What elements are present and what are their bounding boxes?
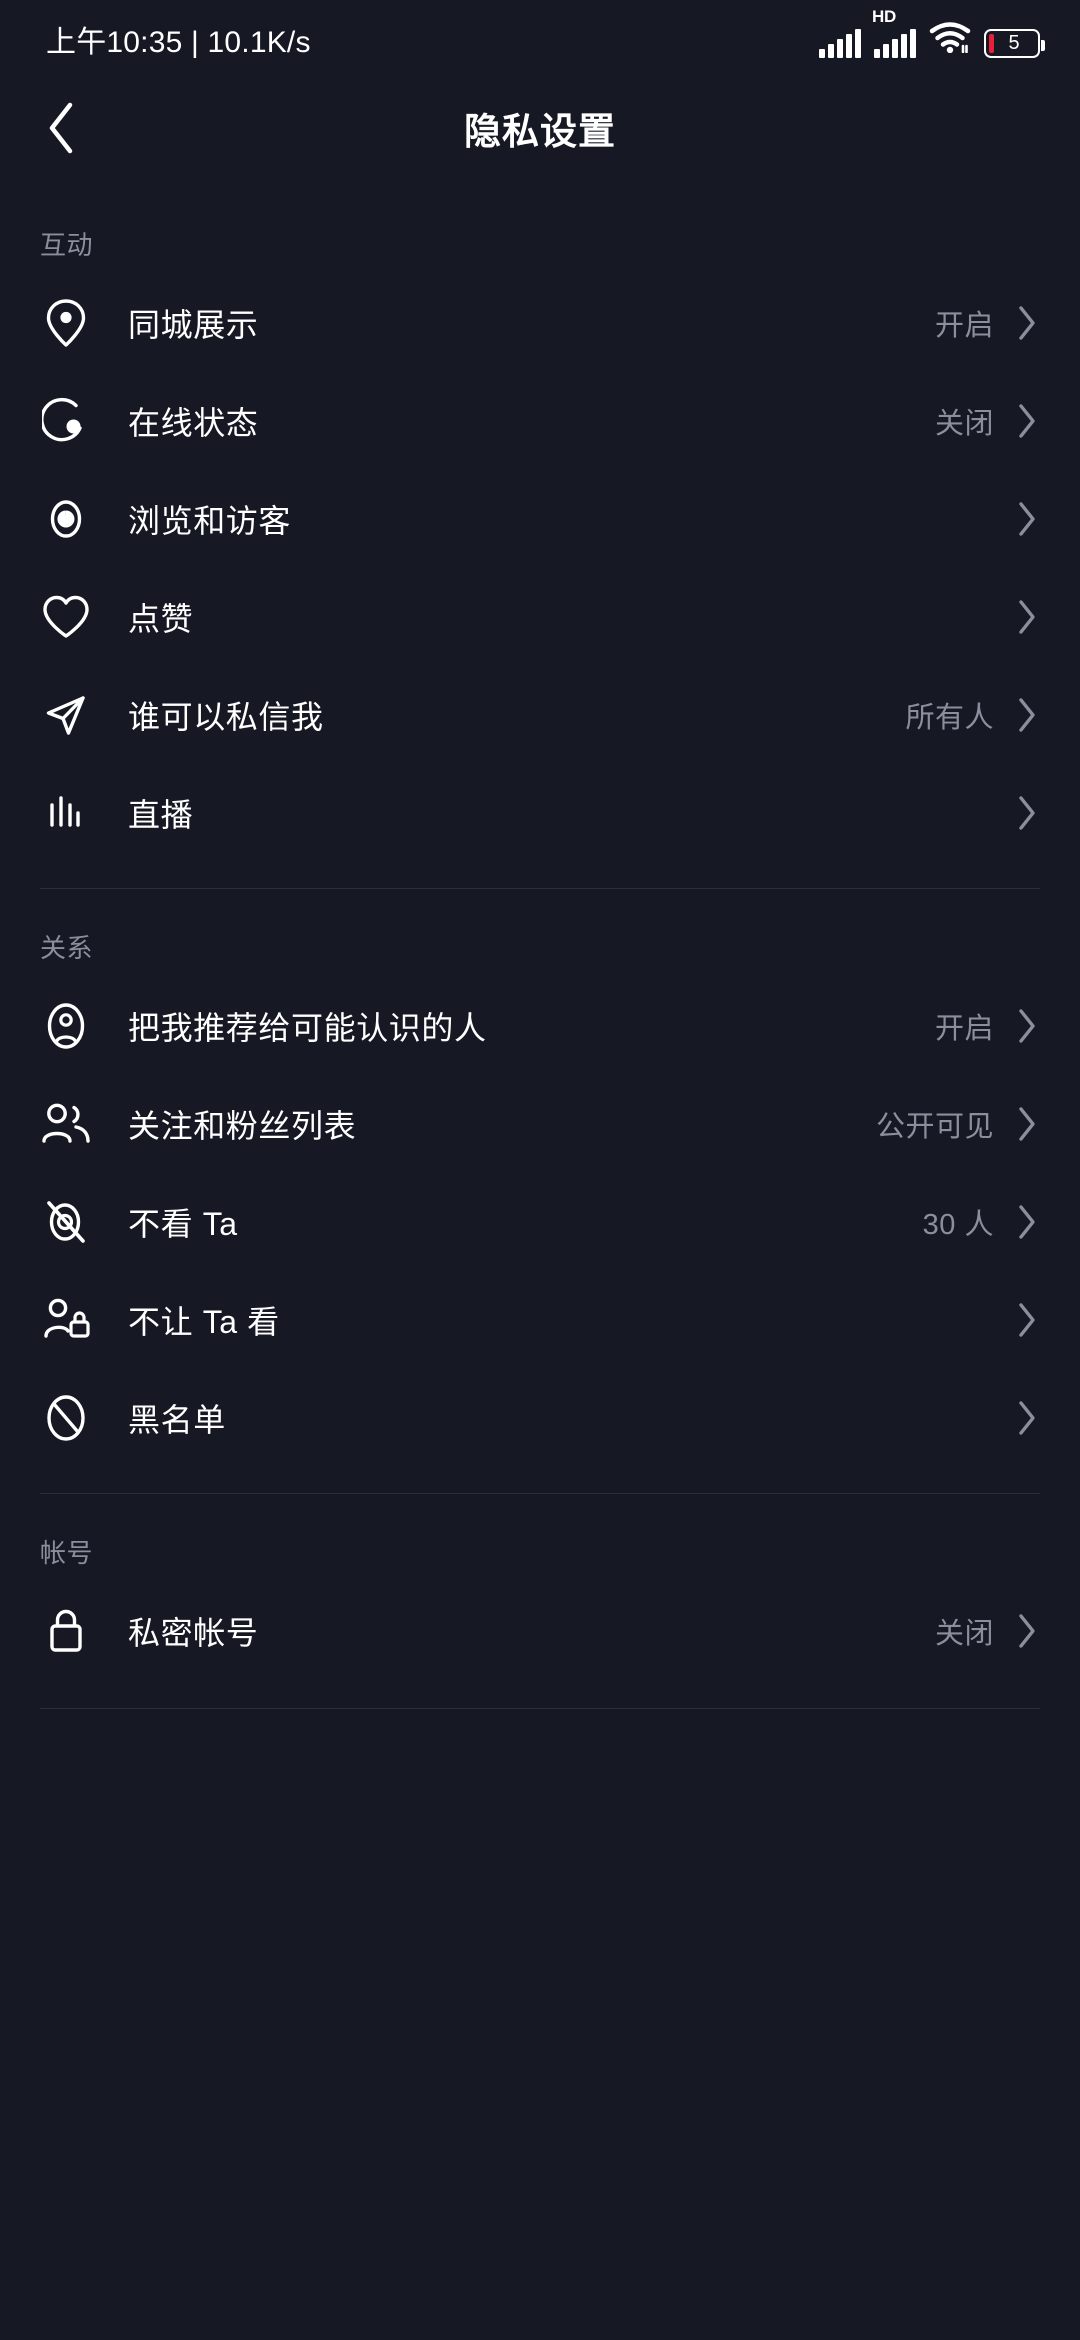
setting-row-online-status[interactable]: 在线状态 关闭 <box>0 372 1080 470</box>
setting-label: 浏览和访客 <box>128 503 292 539</box>
chevron-left-icon <box>49 102 73 154</box>
heart-icon <box>40 591 92 643</box>
setting-label: 不看 Ta <box>128 1206 238 1242</box>
chevron-right-icon <box>1014 1401 1040 1435</box>
chevron-right-icon <box>1014 1303 1040 1337</box>
navigation-bar: 隐私设置 <box>0 78 1080 178</box>
setting-label: 私密帐号 <box>128 1615 259 1651</box>
chevron-right-icon <box>1014 404 1040 438</box>
chevron-right-icon <box>1014 1107 1040 1141</box>
eye-off-icon <box>40 1196 92 1248</box>
setting-row-who-can-dm-me[interactable]: 谁可以私信我 所有人 <box>0 666 1080 764</box>
chevron-right-icon <box>1014 1205 1040 1239</box>
chevron-right-icon <box>1014 1614 1040 1648</box>
setting-label: 谁可以私信我 <box>128 699 324 735</box>
paper-plane-icon <box>40 689 92 741</box>
cellular-signal-icon <box>819 28 861 58</box>
setting-value: 开启 <box>934 1013 994 1045</box>
setting-value: 关闭 <box>934 408 994 440</box>
settings-list: 互动 同城展示 开启 在线状态 关闭 浏览和访客 点赞 谁可以私信我 所有人 直… <box>0 178 1080 1709</box>
battery-level-label: 5 <box>1008 32 1020 54</box>
setting-row-views-and-visitors[interactable]: 浏览和访客 <box>0 470 1080 568</box>
setting-value: 30 人 <box>922 1209 994 1241</box>
hd-label: HD <box>872 6 896 26</box>
setting-value: 关闭 <box>934 1618 994 1650</box>
battery-icon: 5 <box>984 28 1045 58</box>
setting-row-dont-let-ta-see[interactable]: 不让 Ta 看 <box>0 1271 1080 1369</box>
back-button[interactable] <box>26 93 96 163</box>
status-icons: HD 5 <box>819 8 1045 58</box>
setting-row-following-followers-list[interactable]: 关注和粉丝列表 公开可见 <box>0 1075 1080 1173</box>
status-time-and-network: 上午10:35 | 10.1K/s <box>46 26 311 59</box>
chevron-right-icon <box>1014 698 1040 732</box>
status-bar: 上午10:35 | 10.1K/s HD 5 <box>0 0 1080 78</box>
chevron-right-icon <box>1014 502 1040 536</box>
chevron-right-icon <box>1014 306 1040 340</box>
setting-label: 点赞 <box>128 601 194 637</box>
setting-label: 直播 <box>128 797 194 833</box>
live-bars-icon <box>40 787 92 839</box>
chevron-right-icon <box>1014 600 1040 634</box>
chevron-right-icon <box>1014 796 1040 830</box>
setting-row-live[interactable]: 直播 <box>0 764 1080 862</box>
setting-row-nearby-display[interactable]: 同城展示 开启 <box>0 274 1080 372</box>
people-group-icon <box>40 1098 92 1150</box>
setting-row-likes[interactable]: 点赞 <box>0 568 1080 666</box>
setting-label: 关注和粉丝列表 <box>128 1108 357 1144</box>
chevron-right-icon <box>1014 1009 1040 1043</box>
block-icon <box>40 1392 92 1444</box>
setting-row-recommend-me[interactable]: 把我推荐给可能认识的人 开启 <box>0 977 1080 1075</box>
setting-label: 不让 Ta 看 <box>128 1304 280 1340</box>
setting-label: 同城展示 <box>128 307 259 343</box>
setting-label: 在线状态 <box>128 405 259 441</box>
setting-value: 公开可见 <box>875 1111 994 1143</box>
setting-value: 所有人 <box>905 702 994 734</box>
section-header-account: 帐号 <box>40 1538 94 1568</box>
setting-label: 把我推荐给可能认识的人 <box>128 1010 487 1046</box>
person-lock-icon <box>40 1294 92 1346</box>
setting-row-private-account[interactable]: 私密帐号 关闭 <box>0 1582 1080 1680</box>
online-status-icon <box>40 395 92 447</box>
setting-label: 黑名单 <box>128 1402 226 1438</box>
bottom-divider <box>40 1708 1040 1709</box>
lock-icon <box>40 1605 92 1657</box>
page-title: 隐私设置 <box>464 111 616 152</box>
setting-row-blacklist[interactable]: 黑名单 <box>0 1369 1080 1467</box>
wifi-icon <box>929 21 971 58</box>
setting-row-dont-see-ta[interactable]: 不看 Ta 30 人 <box>0 1173 1080 1271</box>
cellular-signal-hd-icon: HD <box>872 8 916 58</box>
eye-view-icon <box>40 493 92 545</box>
person-circle-icon <box>40 1000 92 1052</box>
setting-value: 开启 <box>934 310 994 342</box>
section-header-interaction: 互动 <box>40 230 94 260</box>
section-header-relationships: 关系 <box>40 933 94 963</box>
location-pin-icon <box>40 297 92 349</box>
